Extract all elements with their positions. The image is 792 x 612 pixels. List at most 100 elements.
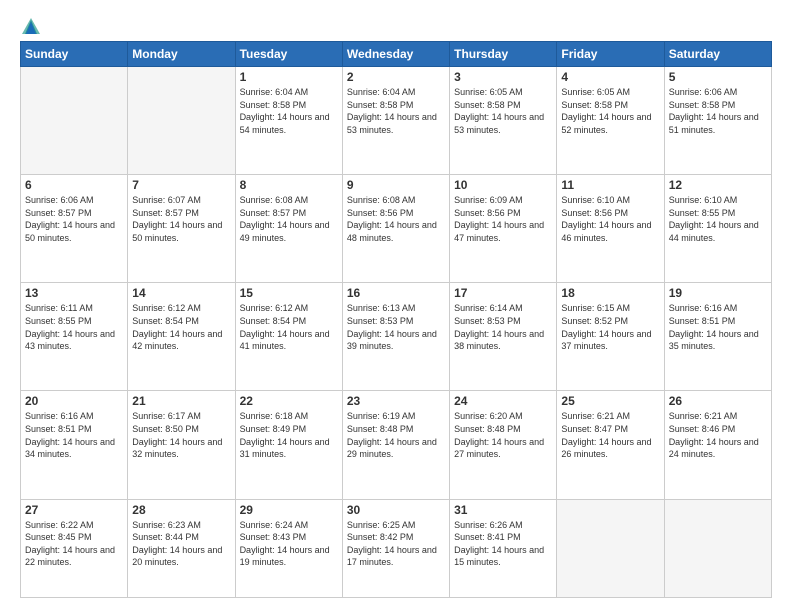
day-number: 23 xyxy=(347,394,445,408)
cell-info: Sunrise: 6:04 AMSunset: 8:58 PMDaylight:… xyxy=(347,86,445,136)
day-number: 21 xyxy=(132,394,230,408)
cell-info: Sunrise: 6:16 AMSunset: 8:51 PMDaylight:… xyxy=(669,302,767,352)
day-number: 29 xyxy=(240,503,338,517)
table-row: 27 Sunrise: 6:22 AMSunset: 8:45 PMDayligh… xyxy=(21,499,128,597)
day-number: 11 xyxy=(561,178,659,192)
cell-info: Sunrise: 6:08 AMSunset: 8:56 PMDaylight:… xyxy=(347,194,445,244)
cell-info: Sunrise: 6:12 AMSunset: 8:54 PMDaylight:… xyxy=(240,302,338,352)
table-row: 11 Sunrise: 6:10 AMSunset: 8:56 PMDayligh… xyxy=(557,175,664,283)
cell-info: Sunrise: 6:19 AMSunset: 8:48 PMDaylight:… xyxy=(347,410,445,460)
table-row: 10 Sunrise: 6:09 AMSunset: 8:56 PMDayligh… xyxy=(450,175,557,283)
table-row: 15 Sunrise: 6:12 AMSunset: 8:54 PMDayligh… xyxy=(235,283,342,391)
table-row: 13 Sunrise: 6:11 AMSunset: 8:55 PMDayligh… xyxy=(21,283,128,391)
weekday-header: Friday xyxy=(557,42,664,67)
table-row: 28 Sunrise: 6:23 AMSunset: 8:44 PMDayligh… xyxy=(128,499,235,597)
table-row: 31 Sunrise: 6:26 AMSunset: 8:41 PMDayligh… xyxy=(450,499,557,597)
table-row: 4 Sunrise: 6:05 AMSunset: 8:58 PMDaylight… xyxy=(557,67,664,175)
day-number: 18 xyxy=(561,286,659,300)
cell-info: Sunrise: 6:21 AMSunset: 8:46 PMDaylight:… xyxy=(669,410,767,460)
day-number: 2 xyxy=(347,70,445,84)
day-number: 24 xyxy=(454,394,552,408)
table-row: 17 Sunrise: 6:14 AMSunset: 8:53 PMDayligh… xyxy=(450,283,557,391)
table-row: 9 Sunrise: 6:08 AMSunset: 8:56 PMDaylight… xyxy=(342,175,449,283)
cell-info: Sunrise: 6:23 AMSunset: 8:44 PMDaylight:… xyxy=(132,519,230,569)
cell-info: Sunrise: 6:20 AMSunset: 8:48 PMDaylight:… xyxy=(454,410,552,460)
cell-info: Sunrise: 6:26 AMSunset: 8:41 PMDaylight:… xyxy=(454,519,552,569)
cell-info: Sunrise: 6:12 AMSunset: 8:54 PMDaylight:… xyxy=(132,302,230,352)
weekday-header: Saturday xyxy=(664,42,771,67)
table-row: 1 Sunrise: 6:04 AMSunset: 8:58 PMDaylight… xyxy=(235,67,342,175)
day-number: 22 xyxy=(240,394,338,408)
day-number: 31 xyxy=(454,503,552,517)
day-number: 13 xyxy=(25,286,123,300)
cell-info: Sunrise: 6:16 AMSunset: 8:51 PMDaylight:… xyxy=(25,410,123,460)
table-row: 18 Sunrise: 6:15 AMSunset: 8:52 PMDayligh… xyxy=(557,283,664,391)
table-row: 7 Sunrise: 6:07 AMSunset: 8:57 PMDaylight… xyxy=(128,175,235,283)
cell-info: Sunrise: 6:15 AMSunset: 8:52 PMDaylight:… xyxy=(561,302,659,352)
table-row: 14 Sunrise: 6:12 AMSunset: 8:54 PMDayligh… xyxy=(128,283,235,391)
day-number: 4 xyxy=(561,70,659,84)
table-row: 21 Sunrise: 6:17 AMSunset: 8:50 PMDayligh… xyxy=(128,391,235,499)
table-row xyxy=(128,67,235,175)
cell-info: Sunrise: 6:06 AMSunset: 8:57 PMDaylight:… xyxy=(25,194,123,244)
table-row: 19Sunrise: 6:16 AMSunset: 8:51 PMDayligh… xyxy=(664,283,771,391)
cell-info: Sunrise: 6:05 AMSunset: 8:58 PMDaylight:… xyxy=(454,86,552,136)
table-row: 23 Sunrise: 6:19 AMSunset: 8:48 PMDayligh… xyxy=(342,391,449,499)
day-number: 27 xyxy=(25,503,123,517)
weekday-header: Monday xyxy=(128,42,235,67)
cell-info: Sunrise: 6:05 AMSunset: 8:58 PMDaylight:… xyxy=(561,86,659,136)
day-number: 20 xyxy=(25,394,123,408)
day-number: 17 xyxy=(454,286,552,300)
table-row: 12 Sunrise: 6:10 AMSunset: 8:55 PMDayligh… xyxy=(664,175,771,283)
day-number: 3 xyxy=(454,70,552,84)
table-row: 16 Sunrise: 6:13 AMSunset: 8:53 PMDayligh… xyxy=(342,283,449,391)
day-number: 15 xyxy=(240,286,338,300)
logo xyxy=(20,18,41,33)
day-number: 5 xyxy=(669,70,767,84)
cell-info: Sunrise: 6:06 AMSunset: 8:58 PMDaylight:… xyxy=(669,86,767,136)
day-number: 25 xyxy=(561,394,659,408)
page: SundayMondayTuesdayWednesdayThursdayFrid… xyxy=(0,0,792,612)
day-number: 28 xyxy=(132,503,230,517)
table-row: 22 Sunrise: 6:18 AMSunset: 8:49 PMDayligh… xyxy=(235,391,342,499)
day-number: 9 xyxy=(347,178,445,192)
day-number: 10 xyxy=(454,178,552,192)
calendar: SundayMondayTuesdayWednesdayThursdayFrid… xyxy=(20,41,772,598)
cell-info: Sunrise: 6:14 AMSunset: 8:53 PMDaylight:… xyxy=(454,302,552,352)
table-row: 24 Sunrise: 6:20 AMSunset: 8:48 PMDayligh… xyxy=(450,391,557,499)
table-row: 8Sunrise: 6:08 AMSunset: 8:57 PMDaylight… xyxy=(235,175,342,283)
table-row xyxy=(664,499,771,597)
table-row: 26 Sunrise: 6:21 AMSunset: 8:46 PMDayligh… xyxy=(664,391,771,499)
cell-info: Sunrise: 6:09 AMSunset: 8:56 PMDaylight:… xyxy=(454,194,552,244)
day-number: 16 xyxy=(347,286,445,300)
day-number: 1 xyxy=(240,70,338,84)
day-number: 14 xyxy=(132,286,230,300)
table-row: 25Sunrise: 6:21 AMSunset: 8:47 PMDayligh… xyxy=(557,391,664,499)
day-number: 12 xyxy=(669,178,767,192)
table-row: 2 Sunrise: 6:04 AMSunset: 8:58 PMDaylight… xyxy=(342,67,449,175)
cell-info: Sunrise: 6:22 AMSunset: 8:45 PMDaylight:… xyxy=(25,519,123,569)
table-row: 5 Sunrise: 6:06 AMSunset: 8:58 PMDaylight… xyxy=(664,67,771,175)
table-row xyxy=(21,67,128,175)
day-number: 26 xyxy=(669,394,767,408)
table-row: 20 Sunrise: 6:16 AMSunset: 8:51 PMDayligh… xyxy=(21,391,128,499)
cell-info: Sunrise: 6:11 AMSunset: 8:55 PMDaylight:… xyxy=(25,302,123,352)
cell-info: Sunrise: 6:04 AMSunset: 8:58 PMDaylight:… xyxy=(240,86,338,136)
cell-info: Sunrise: 6:25 AMSunset: 8:42 PMDaylight:… xyxy=(347,519,445,569)
cell-info: Sunrise: 6:07 AMSunset: 8:57 PMDaylight:… xyxy=(132,194,230,244)
table-row: 30Sunrise: 6:25 AMSunset: 8:42 PMDayligh… xyxy=(342,499,449,597)
day-number: 6 xyxy=(25,178,123,192)
day-number: 8 xyxy=(240,178,338,192)
table-row xyxy=(557,499,664,597)
cell-info: Sunrise: 6:10 AMSunset: 8:56 PMDaylight:… xyxy=(561,194,659,244)
day-number: 7 xyxy=(132,178,230,192)
table-row: 29Sunrise: 6:24 AMSunset: 8:43 PMDayligh… xyxy=(235,499,342,597)
table-row: 3 Sunrise: 6:05 AMSunset: 8:58 PMDaylight… xyxy=(450,67,557,175)
cell-info: Sunrise: 6:13 AMSunset: 8:53 PMDaylight:… xyxy=(347,302,445,352)
cell-info: Sunrise: 6:17 AMSunset: 8:50 PMDaylight:… xyxy=(132,410,230,460)
weekday-header: Sunday xyxy=(21,42,128,67)
cell-info: Sunrise: 6:10 AMSunset: 8:55 PMDaylight:… xyxy=(669,194,767,244)
weekday-header: Thursday xyxy=(450,42,557,67)
weekday-header: Wednesday xyxy=(342,42,449,67)
cell-info: Sunrise: 6:18 AMSunset: 8:49 PMDaylight:… xyxy=(240,410,338,460)
